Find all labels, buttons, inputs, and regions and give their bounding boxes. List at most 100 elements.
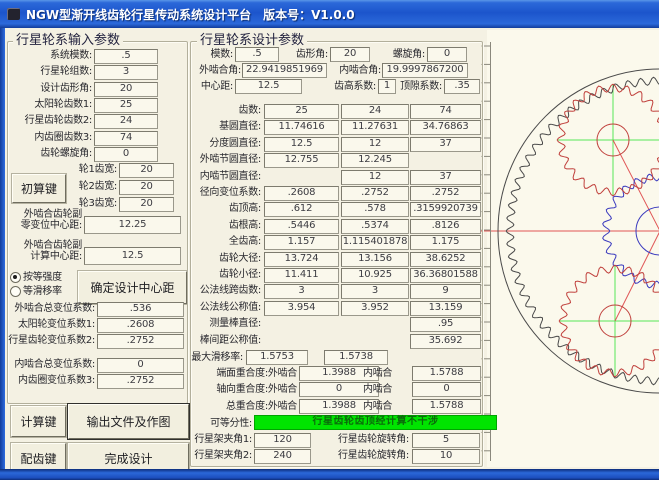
width-label: 轮1齿宽: [60, 164, 117, 176]
int-coef-label: 内啮合总变位系数: [0, 359, 95, 371]
carrier-angle-field[interactable]: 240 [254, 449, 311, 464]
table-cell[interactable]: 3.952 [341, 301, 409, 316]
table-cell[interactable]: 10.925 [341, 268, 409, 283]
planet-rotation-label: 行星齿轮旋转角: [316, 434, 409, 446]
confirm-center-button[interactable]: 确定设计中心距 [78, 271, 187, 304]
param-field[interactable]: 20 [94, 82, 158, 97]
width-label: 轮2齿宽: [60, 181, 117, 193]
width-field[interactable]: 20 [119, 163, 174, 178]
param-label: 齿轮螺旋角: [4, 148, 92, 160]
ext-coef-field[interactable]: .2752 [97, 334, 184, 349]
addendum-coef-field[interactable]: 1 [378, 79, 396, 94]
table-cell[interactable]: 1.157 [264, 235, 339, 250]
table-cell[interactable]: 37 [410, 137, 481, 152]
table-cell[interactable]: 36.36801588 [410, 268, 481, 283]
table-cell[interactable]: 25 [264, 104, 339, 119]
param-field[interactable]: 25 [94, 98, 158, 113]
table-cell[interactable]: .2752 [341, 186, 409, 201]
table-cell[interactable]: .5374 [341, 219, 409, 234]
ext-coef-field[interactable]: .536 [97, 302, 184, 317]
table-cell[interactable]: 38.6252 [410, 252, 481, 267]
table-cell[interactable]: .578 [341, 202, 409, 217]
table-cell[interactable]: 12 [341, 170, 409, 185]
table-cell[interactable]: 12.245 [341, 153, 409, 168]
table-cell[interactable]: 13.159 [410, 301, 481, 316]
pressure-angle-field[interactable]: 20 [330, 47, 370, 62]
table-cell[interactable]: 34.76863 [410, 120, 481, 135]
strength-radio-2[interactable] [10, 286, 21, 297]
table-cell[interactable]: 3.954 [264, 301, 339, 316]
table-cell[interactable]: 11.74616 [264, 120, 339, 135]
ext-coef-field[interactable]: .2608 [97, 318, 184, 333]
ext-coef-label: 行星齿轮变位系数2: [0, 335, 95, 347]
strength-radio-label: 按等强度 [23, 272, 83, 284]
table-row-label: 径向变位系数: [187, 187, 261, 199]
table-cell[interactable]: .8126 [410, 219, 481, 234]
table-cell[interactable]: 1.115401878 [341, 235, 409, 250]
table-row-label: 分度圆直径: [187, 138, 261, 150]
table-cell[interactable]: 12.755 [264, 153, 339, 168]
overlap-field-int[interactable]: 1.5788 [412, 399, 481, 414]
int-coef-field[interactable]: 0 [97, 358, 184, 373]
table-cell[interactable]: 11.27631 [341, 120, 409, 135]
planet-rotation-label: 行星齿轮旋转角: [316, 450, 409, 462]
table-cell[interactable]: 12.5 [264, 137, 339, 152]
table-row-label: 齿顶高: [187, 203, 261, 215]
param-field[interactable]: 24 [94, 114, 158, 129]
table-cell[interactable]: .95 [410, 317, 481, 332]
table-row-label: 全齿高: [187, 236, 261, 248]
max-slip-field-2[interactable]: 1.5738 [324, 350, 388, 365]
table-cell[interactable]: 37 [410, 170, 481, 185]
table-row-label: 齿轮小径: [187, 269, 261, 281]
calc-center-field[interactable]: 12.5 [84, 247, 181, 265]
ext-coef-label: 外啮合总变位系数: [0, 303, 95, 315]
strength-radio-1[interactable] [10, 272, 21, 283]
carrier-angle-field[interactable]: 120 [254, 433, 311, 448]
table-cell[interactable]: 12 [341, 137, 409, 152]
table-cell[interactable]: .3159920739 [410, 202, 481, 217]
table-cell[interactable]: 3 [341, 284, 409, 299]
zero-center-field[interactable]: 12.25 [84, 216, 181, 234]
clearance-coef-field[interactable]: .35 [444, 79, 480, 94]
planet-rotation-field[interactable]: 10 [412, 449, 480, 464]
table-cell[interactable]: 24 [341, 104, 409, 119]
table-cell[interactable]: 74 [410, 104, 481, 119]
param-field[interactable]: 74 [94, 131, 158, 146]
output-file-plot-button[interactable]: 输出文件及作图 [68, 404, 189, 439]
table-row-label: 基圆直径: [187, 121, 261, 133]
design-panel-title: 行星轮系设计参数 [197, 34, 307, 48]
int-mesh-angle-field[interactable]: 19.9997867200 [382, 63, 468, 78]
table-cell[interactable]: .612 [264, 202, 339, 217]
table-cell[interactable]: 11.411 [264, 268, 339, 283]
max-slip-field-1[interactable]: 1.5753 [246, 350, 308, 365]
helix-angle-field[interactable]: 0 [427, 47, 467, 62]
table-cell[interactable]: 13.156 [341, 252, 409, 267]
init-calc-button[interactable]: 初算键 [12, 174, 66, 203]
calculate-button[interactable]: 计算键 [11, 406, 66, 437]
overlap-field-int[interactable]: 0 [412, 382, 481, 397]
param-field[interactable]: 3 [94, 65, 158, 80]
param-field[interactable]: 0 [94, 147, 158, 162]
overlap-field-int[interactable]: 1.5788 [412, 366, 481, 381]
table-cell[interactable]: 3 [264, 284, 339, 299]
param-label: 系统模数: [4, 50, 92, 62]
table-cell[interactable]: 35.692 [410, 334, 481, 349]
table-cell[interactable]: .5446 [264, 219, 339, 234]
param-label: 行星轮组数: [4, 66, 92, 78]
width-field[interactable]: 20 [119, 180, 174, 195]
ext-mesh-angle-field[interactable]: 22.9419851969 [242, 63, 327, 78]
app-icon [7, 8, 20, 20]
table-cell[interactable]: .2608 [264, 186, 339, 201]
planet-rotation-field[interactable]: 5 [412, 433, 480, 448]
module-field[interactable]: .5 [235, 47, 279, 62]
table-cell[interactable]: .2752 [410, 186, 481, 201]
table-cell[interactable]: 1.175 [410, 235, 481, 250]
param-field[interactable]: .5 [94, 49, 158, 64]
width-field[interactable]: 20 [119, 197, 174, 212]
param-label: 内齿圈齿数3: [4, 132, 92, 144]
center-distance-field[interactable]: 12.5 [235, 79, 302, 94]
title-bar[interactable]: NGW型渐开线齿轮行星传动系统设计平台 版本号：V1.0.0 [0, 0, 659, 28]
table-cell[interactable]: 9 [410, 284, 481, 299]
int-coef-field[interactable]: .2752 [97, 374, 184, 389]
table-cell[interactable]: 13.724 [264, 252, 339, 267]
